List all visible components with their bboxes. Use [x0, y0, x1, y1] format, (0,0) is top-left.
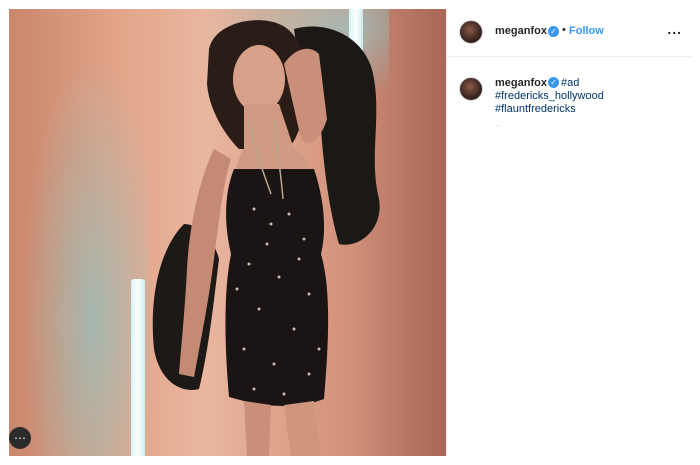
header-username[interactable]: meganfox	[495, 25, 547, 37]
hashtag-link[interactable]: #ad	[561, 77, 579, 89]
photo-figure	[152, 20, 380, 456]
post-header: meganfox ✓ • Follow ...	[447, 9, 692, 57]
post-photo[interactable]: ⋯	[9, 9, 446, 456]
instagram-post-screenshot: ⋯ meganfox ✓ • Follow ... meganfox ✓ #ad…	[0, 0, 700, 465]
avatar[interactable]	[459, 77, 483, 101]
more-options-icon[interactable]: ...	[667, 21, 682, 37]
avatar[interactable]	[459, 20, 483, 44]
caption-overflow-text: ...	[495, 119, 502, 128]
follow-button[interactable]: Follow	[569, 25, 604, 37]
verified-badge-icon: ✓	[548, 77, 559, 88]
caption-username[interactable]: meganfox	[495, 77, 547, 89]
verified-badge-icon: ✓	[548, 26, 559, 37]
post-side-panel: meganfox ✓ • Follow ... meganfox ✓ #ad #…	[446, 9, 692, 456]
hashtag-link[interactable]: #flauntfredericks	[495, 103, 576, 115]
separator-dot: •	[562, 24, 566, 36]
photo-options-icon[interactable]: ⋯	[9, 427, 31, 449]
hashtag-link[interactable]: #fredericks_hollywood	[495, 90, 604, 102]
